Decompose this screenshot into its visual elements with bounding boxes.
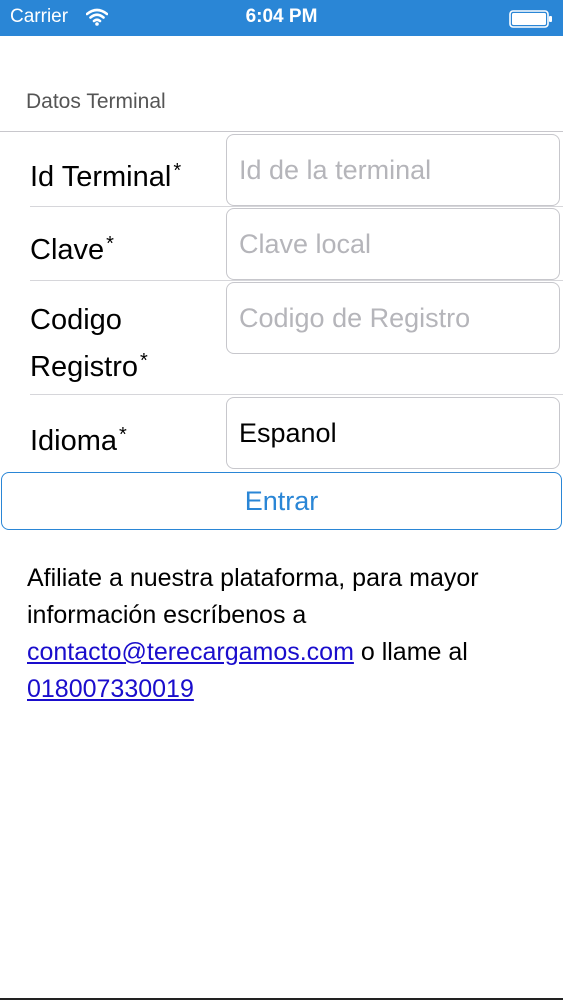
wifi-icon xyxy=(86,8,108,26)
terminal-form: Id Terminal* Clave* Codigo Registro* Idi… xyxy=(0,131,563,471)
status-bar: Carrier 6:04 PM xyxy=(0,0,563,36)
registration-code-label: Codigo Registro * xyxy=(30,304,148,383)
terminal-id-input[interactable] xyxy=(226,134,560,206)
carrier-label: Carrier xyxy=(10,6,69,27)
section-title: Datos Terminal xyxy=(26,90,166,113)
terminal-id-label: Id Terminal * xyxy=(30,160,182,193)
row-registration-code: Codigo Registro * xyxy=(0,281,563,395)
password-input[interactable] xyxy=(226,208,560,280)
row-terminal-id: Id Terminal * xyxy=(0,132,563,207)
password-label: Clave * xyxy=(30,233,114,266)
battery-icon xyxy=(509,10,552,28)
language-input[interactable] xyxy=(226,397,560,469)
status-time: 6:04 PM xyxy=(245,6,318,27)
language-label: Idioma * xyxy=(30,424,127,457)
info-text: Afiliate a nuestra plataforma, para mayo… xyxy=(27,564,479,703)
row-language: Idioma * xyxy=(0,395,563,472)
registration-code-input[interactable] xyxy=(226,282,560,354)
phone-link[interactable]: 018007330019 xyxy=(27,675,194,703)
email-link[interactable]: contacto@terecargamos.com xyxy=(27,638,354,666)
submit-button[interactable]: Entrar xyxy=(1,472,562,530)
row-password: Clave * xyxy=(0,207,563,281)
